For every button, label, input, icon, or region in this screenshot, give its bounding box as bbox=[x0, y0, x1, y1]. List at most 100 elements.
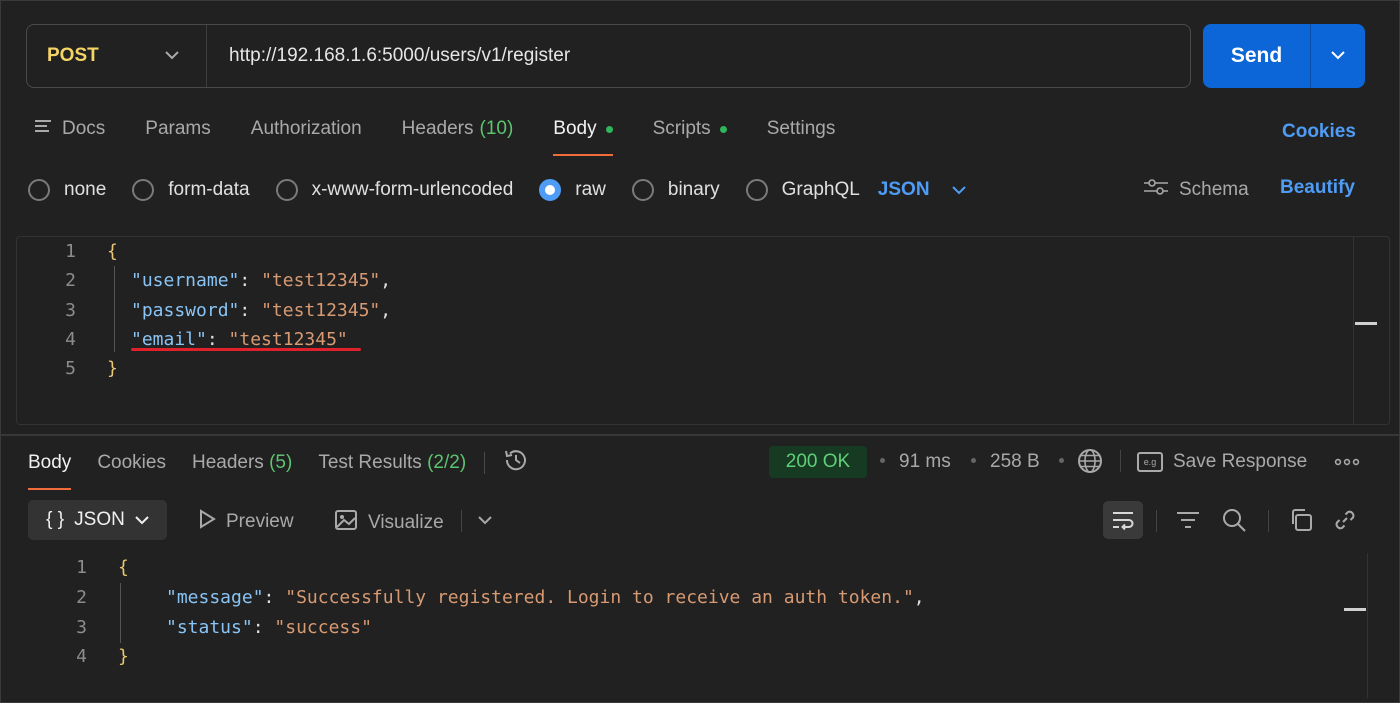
toolbar-separator bbox=[1120, 450, 1121, 472]
preview-button[interactable]: Preview bbox=[198, 509, 294, 535]
line-number: 2 bbox=[76, 587, 87, 608]
response-size[interactable]: 258 B bbox=[990, 451, 1040, 473]
radio-circle bbox=[745, 179, 768, 201]
tab-headers[interactable]: Headers (10) bbox=[402, 118, 514, 158]
tab-params-label: Params bbox=[145, 118, 211, 139]
radio-none[interactable]: none bbox=[28, 179, 106, 201]
json-key: "username" bbox=[131, 270, 240, 291]
chevron-down-icon[interactable] bbox=[470, 505, 500, 535]
play-icon bbox=[198, 509, 216, 535]
visualize-button[interactable]: Visualize bbox=[334, 509, 444, 537]
visualize-label: Visualize bbox=[368, 512, 444, 533]
headers-count-badge: (10) bbox=[479, 118, 514, 139]
json-value: "test12345" bbox=[261, 270, 381, 291]
response-format-label: JSON bbox=[74, 509, 125, 530]
radio-binary-label: binary bbox=[667, 179, 720, 200]
line-number: 5 bbox=[65, 358, 76, 379]
response-scrollbar-thumb[interactable] bbox=[1344, 608, 1366, 611]
tab-scripts-label: Scripts bbox=[652, 118, 711, 139]
search-icon[interactable] bbox=[1219, 505, 1249, 535]
json-value: "test12345" bbox=[228, 329, 348, 350]
url-input[interactable]: http://192.168.1.6:5000/users/v1/registe… bbox=[207, 45, 570, 67]
filter-icon[interactable] bbox=[1173, 505, 1203, 535]
radio-none-label: none bbox=[64, 179, 107, 200]
status-badge[interactable]: 200 OK bbox=[769, 446, 867, 478]
method-selector[interactable]: POST bbox=[27, 25, 207, 87]
tab-authorization-label: Authorization bbox=[250, 118, 362, 139]
ellipsis-icon[interactable] bbox=[1334, 449, 1360, 480]
copy-icon[interactable] bbox=[1286, 505, 1316, 535]
tab-authorization[interactable]: Authorization bbox=[251, 118, 362, 158]
response-tab-body[interactable]: Body bbox=[28, 452, 72, 490]
code-line: "username": "test12345", bbox=[131, 270, 392, 291]
send-dropdown-button[interactable] bbox=[1311, 24, 1365, 88]
response-tab-test-results-label: Test Results bbox=[318, 452, 422, 473]
editor-scrollbar-thumb[interactable] bbox=[1355, 322, 1377, 325]
cookies-link[interactable]: Cookies bbox=[1282, 121, 1356, 143]
line-number: 4 bbox=[65, 329, 76, 350]
history-icon[interactable] bbox=[503, 447, 529, 479]
chevron-down-icon bbox=[1330, 47, 1346, 65]
response-time[interactable]: 91 ms bbox=[899, 451, 951, 473]
raw-format-label: JSON bbox=[877, 179, 930, 200]
toolbar-separator bbox=[1268, 510, 1269, 532]
code-line: "status": "success" bbox=[166, 617, 372, 638]
json-value: "success" bbox=[274, 617, 372, 638]
radio-raw[interactable]: raw bbox=[539, 179, 606, 201]
response-tab-test-results[interactable]: Test Results (2/2) bbox=[318, 452, 466, 474]
raw-format-selector[interactable]: JSON bbox=[878, 179, 966, 201]
pane-divider[interactable] bbox=[0, 434, 1400, 436]
radio-binary[interactable]: binary bbox=[631, 179, 720, 201]
globe-icon[interactable] bbox=[1077, 448, 1103, 474]
schema-button[interactable]: Schema bbox=[1143, 177, 1249, 203]
link-icon[interactable] bbox=[1330, 505, 1360, 535]
method-label: POST bbox=[47, 45, 99, 66]
code-line: "message": "Successfully registered. Log… bbox=[166, 587, 925, 608]
response-headers-count: (5) bbox=[269, 452, 293, 473]
body-indicator-dot bbox=[605, 126, 613, 133]
radio-circle bbox=[275, 179, 298, 201]
tab-docs-label: Docs bbox=[62, 118, 106, 139]
line-number: 1 bbox=[65, 241, 76, 262]
tab-params[interactable]: Params bbox=[145, 118, 210, 158]
save-example-icon: e.g bbox=[1137, 452, 1163, 472]
annotation-underline bbox=[131, 348, 361, 351]
tab-headers-label: Headers bbox=[401, 118, 474, 139]
docs-lines-icon bbox=[34, 118, 52, 139]
radio-urlencoded[interactable]: x-www-form-urlencoded bbox=[275, 179, 514, 201]
radio-graphql-label: GraphQL bbox=[781, 179, 860, 200]
tab-docs[interactable]: Docs bbox=[34, 118, 105, 158]
radio-circle-selected bbox=[539, 179, 562, 201]
radio-graphql[interactable]: GraphQL bbox=[745, 179, 860, 201]
response-scrollbar-track bbox=[1367, 553, 1368, 698]
chevron-down-icon bbox=[951, 179, 966, 201]
json-key: "password" bbox=[131, 300, 240, 321]
save-response-button[interactable]: e.g Save Response bbox=[1137, 451, 1307, 473]
open-brace: { bbox=[118, 557, 129, 578]
radio-circle bbox=[631, 179, 654, 201]
request-tabs: Docs Params Authorization Headers (10) B… bbox=[34, 118, 875, 158]
response-tab-cookies[interactable]: Cookies bbox=[97, 452, 166, 474]
code-line: "email": "test12345" bbox=[131, 329, 348, 350]
response-format-selector[interactable]: { } JSON bbox=[28, 500, 167, 540]
beautify-button[interactable]: Beautify bbox=[1280, 177, 1355, 199]
response-tab-headers[interactable]: Headers (5) bbox=[192, 452, 292, 474]
json-key: "email" bbox=[131, 329, 207, 350]
sliders-icon bbox=[1143, 177, 1169, 203]
line-number: 4 bbox=[76, 646, 87, 667]
tab-scripts[interactable]: Scripts bbox=[653, 118, 727, 158]
line-number: 3 bbox=[76, 617, 87, 638]
meta-separator bbox=[880, 458, 885, 463]
radio-urlencoded-label: x-www-form-urlencoded bbox=[311, 179, 514, 200]
radio-circle bbox=[132, 179, 155, 201]
send-button[interactable]: Send bbox=[1203, 24, 1311, 88]
tab-body[interactable]: Body bbox=[553, 118, 613, 158]
line-number: 1 bbox=[76, 557, 87, 578]
wrap-lines-icon[interactable] bbox=[1103, 501, 1143, 539]
radio-form-data[interactable]: form-data bbox=[132, 179, 250, 201]
tab-settings[interactable]: Settings bbox=[767, 118, 836, 158]
line-number: 3 bbox=[65, 300, 76, 321]
toolbar-separator bbox=[1156, 510, 1157, 532]
preview-label: Preview bbox=[226, 511, 294, 532]
tab-body-label: Body bbox=[553, 118, 597, 139]
